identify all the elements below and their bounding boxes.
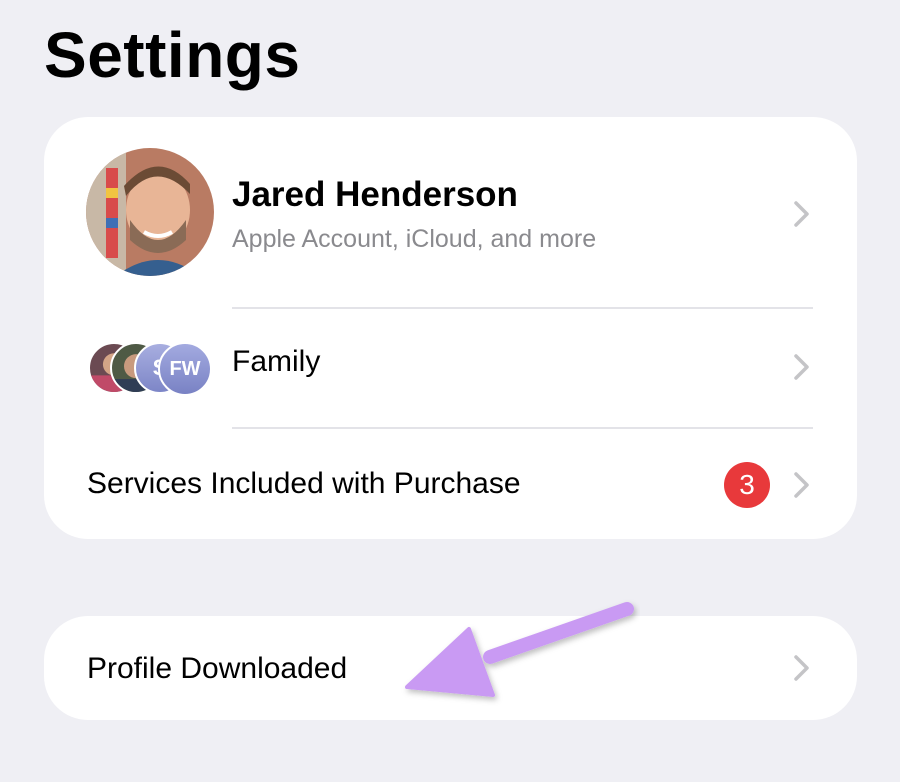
services-label: Services Included with Purchase <box>87 467 521 500</box>
account-card: Jared Henderson Apple Account, iCloud, a… <box>44 117 857 539</box>
page-title: Settings <box>44 19 301 91</box>
family-row[interactable]: S FW Family <box>44 309 857 427</box>
avatar <box>86 148 214 276</box>
apple-account-row[interactable]: Jared Henderson Apple Account, iCloud, a… <box>44 117 857 307</box>
chevron-right-icon <box>793 654 811 682</box>
profile-downloaded-label: Profile Downloaded <box>87 652 348 685</box>
chevron-right-icon <box>793 200 811 228</box>
chevron-right-icon <box>793 353 811 381</box>
services-row[interactable]: Services Included with Purchase 3 <box>44 429 857 539</box>
profile-downloaded-row[interactable]: Profile Downloaded <box>44 616 857 720</box>
chevron-right-icon <box>793 471 811 499</box>
family-label: Family <box>232 345 321 378</box>
account-subtitle: Apple Account, iCloud, and more <box>232 225 597 253</box>
family-avatars: S FW <box>88 342 218 398</box>
settings-screen: Settings Jared Henderson Apple Account, … <box>0 0 900 782</box>
profile-photo-icon <box>86 148 214 276</box>
family-member-avatar: FW <box>158 342 212 396</box>
notification-badge: 3 <box>724 462 770 508</box>
account-name: Jared Henderson <box>232 175 518 214</box>
